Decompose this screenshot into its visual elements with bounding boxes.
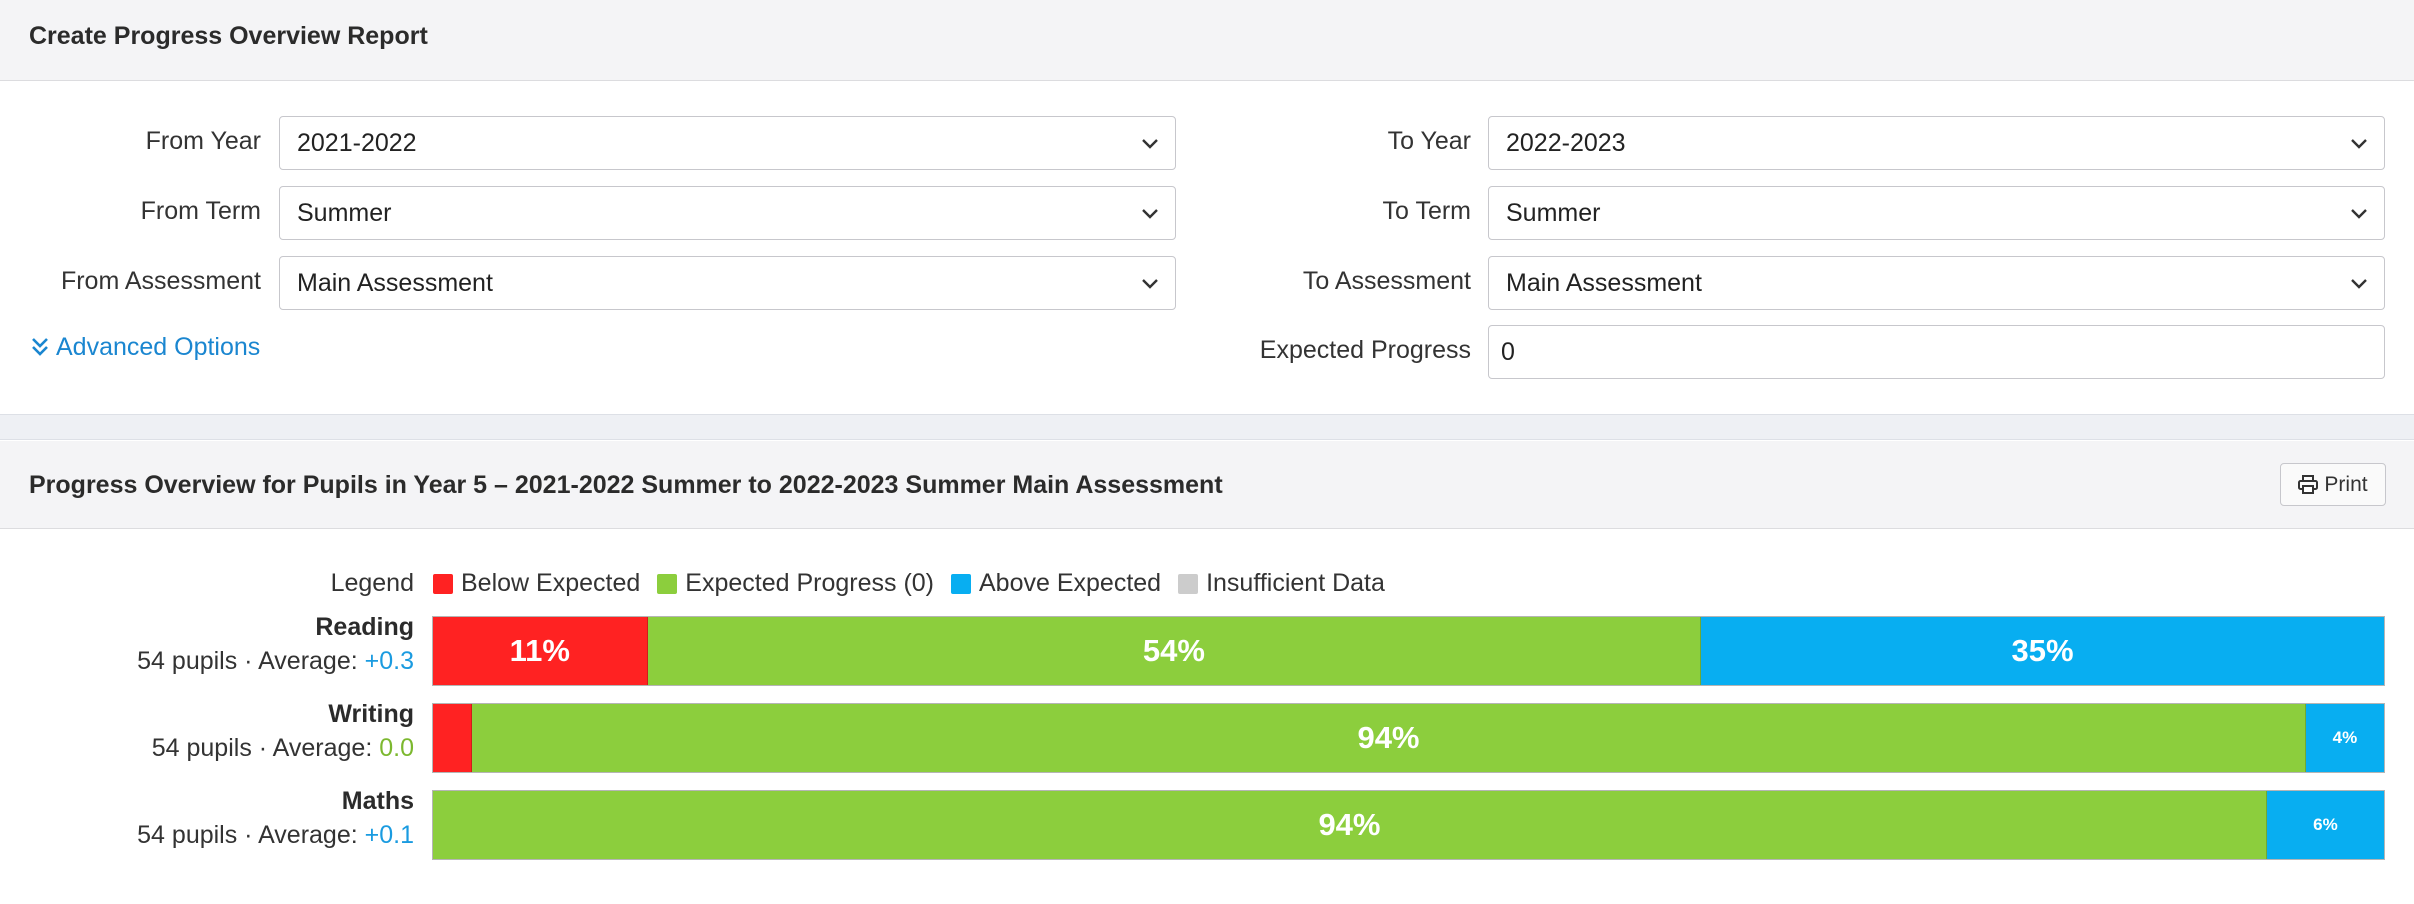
bar-segment-expected[interactable]: 94%: [433, 791, 2267, 859]
segment-percent-label: 94%: [1357, 720, 1420, 755]
create-report-title: Create Progress Overview Report: [29, 22, 428, 50]
advanced-options-link[interactable]: Advanced Options: [30, 333, 260, 362]
legend-label: Legend: [330, 569, 414, 597]
separator-dot: ·: [251, 734, 273, 762]
legend-swatch-expected: [657, 573, 678, 594]
double-chevron-down-icon: [32, 338, 48, 356]
bar-segment-above[interactable]: 4%: [2305, 704, 2384, 772]
segment-percent-label: 6%: [2313, 815, 2338, 834]
legend-swatch-below: [433, 573, 453, 594]
average-label: Average:: [258, 821, 365, 849]
separator-dot: ·: [237, 821, 259, 849]
to-year-select[interactable]: 2022-2023: [1488, 116, 2385, 170]
panel-separator: [0, 414, 2414, 440]
bar-segment-expected[interactable]: 54%: [647, 617, 1702, 685]
bar-segment-below[interactable]: [433, 704, 473, 772]
chevron-down-icon: [1142, 209, 1158, 219]
progress-bar-writing[interactable]: 94% 4%: [432, 703, 2385, 773]
legend-item-insufficient: Insufficient Data: [1178, 569, 1385, 598]
advanced-options-label: Advanced Options: [56, 333, 261, 361]
row-meta: 54 pupils · Average: +0.3: [137, 644, 414, 678]
to-assessment-select[interactable]: Main Assessment: [1488, 256, 2385, 310]
segment-percent-label: 54%: [1142, 633, 1205, 668]
to-year-label: To Year: [1387, 127, 1471, 155]
row-label-writing: Writing 54 pupils · Average: 0.0: [152, 699, 414, 765]
from-year-label: From Year: [145, 127, 261, 155]
create-report-header: Create Progress Overview Report: [0, 0, 2414, 81]
from-year-select[interactable]: 2021-2022: [279, 116, 1176, 170]
chevron-down-icon: [2351, 209, 2367, 219]
to-term-value: Summer: [1506, 199, 1601, 227]
to-assessment-value: Main Assessment: [1506, 269, 1702, 297]
legend-item-expected: Expected Progress (0): [657, 569, 934, 598]
average-value: +0.1: [364, 821, 414, 849]
to-term-select[interactable]: Summer: [1488, 186, 2385, 240]
report-title: Progress Overview for Pupils in Year 5 –…: [29, 471, 1223, 499]
chevron-down-icon: [1142, 139, 1158, 149]
segment-percent-label: 11%: [509, 633, 570, 668]
progress-bar-reading[interactable]: 11% 54% 35%: [432, 616, 2385, 686]
to-assessment-label: To Assessment: [1302, 267, 1471, 295]
legend-swatch-insufficient: [1178, 573, 1199, 594]
chevron-down-icon: [2351, 139, 2367, 149]
bar-segment-above[interactable]: 6%: [2266, 791, 2384, 859]
row-meta: 54 pupils · Average: +0.1: [137, 818, 414, 852]
to-term-label: To Term: [1382, 197, 1471, 225]
legend-swatch-above: [951, 573, 971, 594]
bar-segment-above[interactable]: 35%: [1701, 617, 2384, 685]
from-term-label: From Term: [140, 197, 261, 225]
from-year-value: 2021-2022: [297, 129, 417, 157]
pupil-count: 54 pupils: [137, 647, 238, 675]
average-label: Average:: [258, 647, 365, 675]
segment-percent-label: 4%: [2332, 728, 2358, 747]
from-term-select[interactable]: Summer: [279, 186, 1176, 240]
bar-segment-expected[interactable]: 94%: [472, 704, 2306, 772]
legend-item-below: Below Expected: [433, 569, 640, 598]
legend: Below Expected Expected Progress (0) Above…: [433, 569, 1402, 598]
average-value: +0.3: [364, 647, 414, 675]
subject-name: Maths: [341, 787, 414, 815]
progress-bar-maths[interactable]: 94% 6%: [432, 790, 2385, 860]
chevron-down-icon: [2351, 279, 2367, 289]
average-value: 0.0: [379, 734, 414, 762]
subject-name: Writing: [328, 700, 414, 728]
row-label-reading: Reading 54 pupils · Average: +0.3: [137, 612, 414, 678]
subject-name: Reading: [315, 613, 414, 641]
row-meta: 54 pupils · Average: 0.0: [152, 731, 414, 765]
print-label: Print: [2324, 472, 2368, 496]
chevron-down-icon: [1142, 279, 1158, 289]
legend-label-above: Above Expected: [979, 569, 1162, 597]
from-assessment-value: Main Assessment: [297, 269, 493, 297]
legend-label-below: Below Expected: [461, 569, 641, 597]
average-label: Average:: [272, 734, 380, 762]
from-assessment-select[interactable]: Main Assessment: [279, 256, 1176, 310]
printer-icon: [2298, 475, 2319, 494]
segment-percent-label: 94%: [1318, 807, 1381, 842]
legend-label-insufficient: Insufficient Data: [1206, 569, 1385, 597]
from-term-value: Summer: [297, 199, 392, 227]
expected-progress-value: 0: [1501, 338, 1515, 366]
print-button[interactable]: Print: [2280, 463, 2386, 506]
legend-label-expected: Expected Progress (0): [685, 569, 934, 597]
bar-segment-below[interactable]: 11%: [433, 617, 648, 685]
from-assessment-label: From Assessment: [60, 267, 261, 295]
row-label-maths: Maths 54 pupils · Average: +0.1: [137, 786, 414, 852]
legend-item-above: Above Expected: [951, 569, 1161, 598]
separator-dot: ·: [237, 647, 259, 675]
expected-progress-input[interactable]: 0: [1488, 325, 2385, 379]
pupil-count: 54 pupils: [151, 734, 252, 762]
to-year-value: 2022-2023: [1506, 129, 1626, 157]
report-header: Progress Overview for Pupils in Year 5 –…: [0, 441, 2414, 529]
expected-progress-label: Expected Progress: [1259, 336, 1471, 364]
segment-percent-label: 35%: [2011, 633, 2074, 668]
pupil-count: 54 pupils: [137, 821, 238, 849]
